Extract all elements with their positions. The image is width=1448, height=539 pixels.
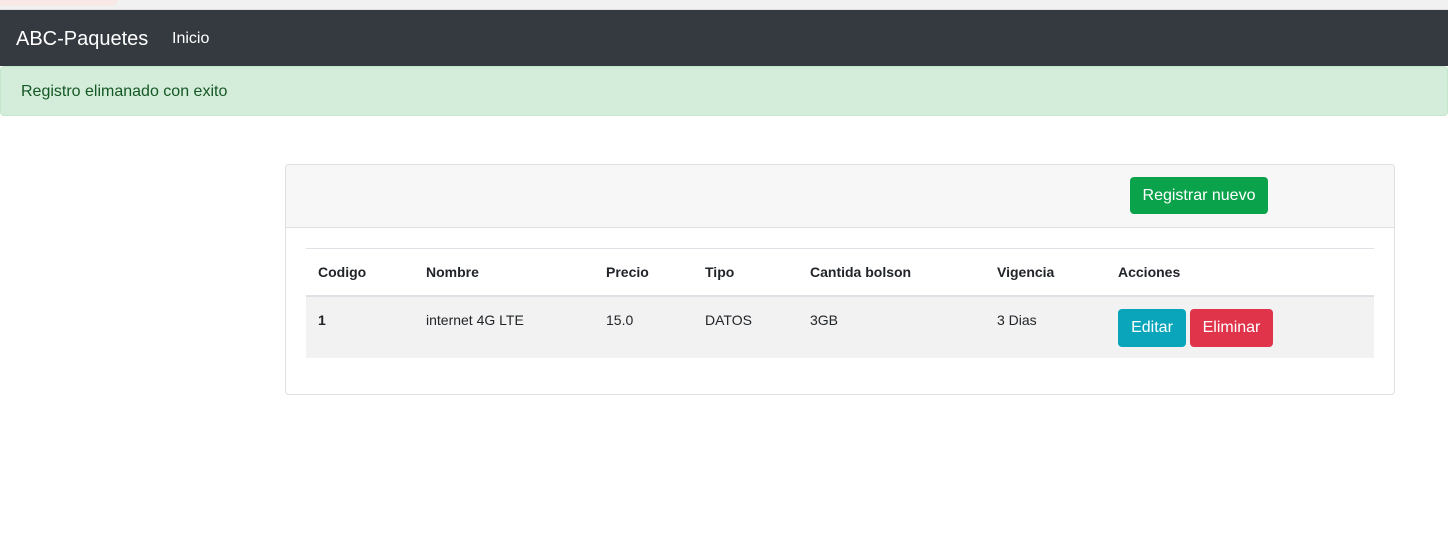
cell-nombre: internet 4G LTE <box>414 295 594 358</box>
success-alert: Registro elimanado con exito <box>0 66 1448 116</box>
cell-cantidad: 3GB <box>798 295 985 358</box>
packages-table: Codigo Nombre Precio Tipo Cantida bolson… <box>306 248 1374 358</box>
column-header-acciones: Acciones <box>1106 248 1374 297</box>
packages-card: Registrar nuevo Codigo Nombre Precio Tip… <box>285 164 1395 395</box>
cell-vigencia: 3 Dias <box>985 295 1106 358</box>
column-header-codigo: Codigo <box>306 248 414 297</box>
cell-tipo: DATOS <box>693 295 798 358</box>
register-new-button[interactable]: Registrar nuevo <box>1130 177 1268 214</box>
alert-message: Registro elimanado con exito <box>21 83 228 100</box>
navbar: ABC-Paquetes Inicio <box>0 10 1448 66</box>
table-header-row: Codigo Nombre Precio Tipo Cantida bolson… <box>306 248 1374 297</box>
column-header-vigencia: Vigencia <box>985 248 1106 297</box>
column-header-tipo: Tipo <box>693 248 798 297</box>
column-header-nombre: Nombre <box>414 248 594 297</box>
edit-button[interactable]: Editar <box>1118 308 1186 347</box>
cell-codigo: 1 <box>306 295 414 358</box>
browser-tab-hint <box>0 0 118 6</box>
column-header-precio: Precio <box>594 248 693 297</box>
browser-top-strip <box>0 0 1448 10</box>
cell-acciones: Editar Eliminar <box>1106 295 1374 358</box>
table-row: 1 internet 4G LTE 15.0 DATOS 3GB 3 Dias … <box>306 295 1374 358</box>
column-header-cantidad: Cantida bolson <box>798 248 985 297</box>
card-header: Registrar nuevo <box>286 165 1394 228</box>
cell-precio: 15.0 <box>594 295 693 358</box>
navbar-brand[interactable]: ABC-Paquetes <box>16 27 148 51</box>
nav-link-inicio[interactable]: Inicio <box>172 29 209 49</box>
delete-button[interactable]: Eliminar <box>1190 308 1273 347</box>
